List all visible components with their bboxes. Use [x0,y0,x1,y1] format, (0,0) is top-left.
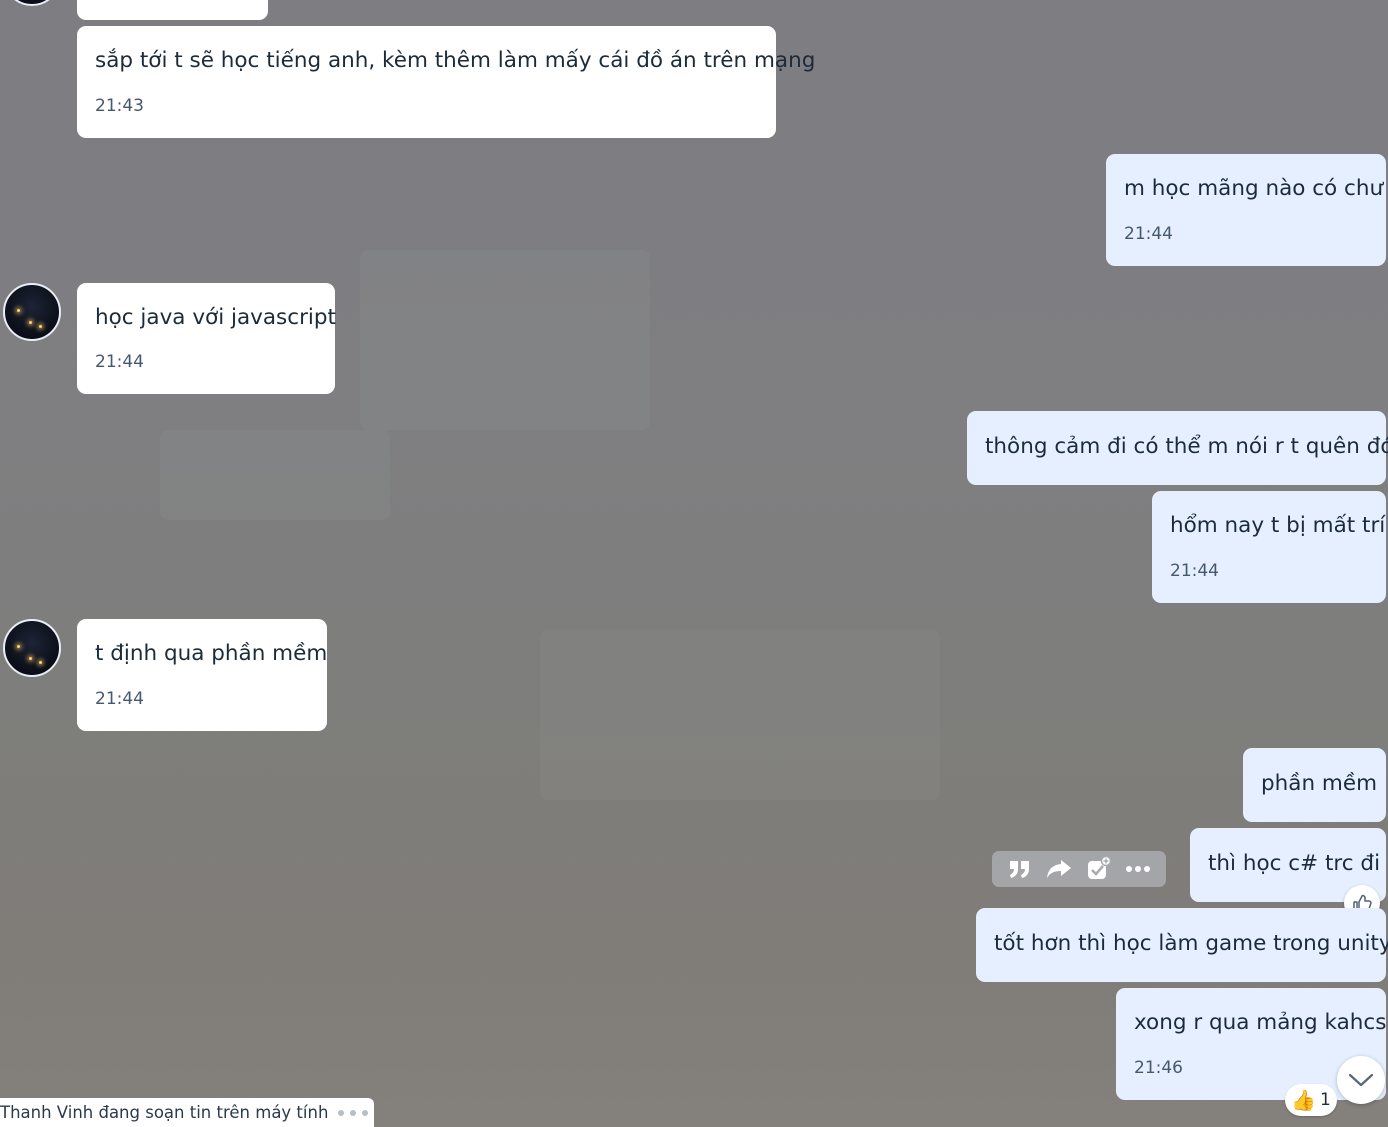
avatar-light [29,321,32,324]
chevron-down-icon [1348,1073,1374,1087]
thumbs-up-emoji: 👍 [1291,1088,1317,1112]
avatar[interactable] [3,619,61,677]
message-time: 21:46 [1134,1058,1183,1078]
message-text: xong r qua mảng kahcs [1134,1010,1387,1035]
message-time: 21:44 [1170,561,1219,581]
message-time: 21:44 [95,689,144,709]
message-text: thì học c# trc đi [1208,851,1381,876]
avatar-light [29,657,32,660]
reaction-summary[interactable]: 👍 1 [1285,1084,1337,1116]
message-time: 21:44 [1124,224,1173,244]
background-blob [540,630,940,800]
message-bubble-outgoing[interactable]: phần mềm [1243,748,1386,822]
add-task-icon [1087,856,1111,879]
message-bubble-outgoing[interactable]: hổm nay t bị mất trí 21:44 [1152,491,1386,603]
message-bubble-incoming[interactable]: t định qua phần mềm 21:44 [77,619,327,731]
typing-indicator-text: Thanh Vinh đang soạn tin trên máy tính [0,1103,329,1122]
message-text: hổm nay t bị mất trí [1170,513,1386,538]
more-icon [1126,866,1151,872]
quote-icon [1009,861,1029,878]
background-blob [360,250,650,430]
message-time: 21:44 [95,352,144,372]
typing-dots-icon [338,1109,369,1116]
message-bubble-outgoing[interactable]: tốt hơn thì học làm game trong unity [976,908,1388,982]
message-text: phần mềm [1261,771,1378,796]
avatar-light [17,645,20,648]
avatar-light [39,661,42,664]
message-text: m học mãng nào có chư [1124,176,1384,201]
message-bubble-incoming[interactable]: sắp tới t sẽ học tiếng anh, kèm thêm làm… [77,26,816,138]
avatar-light [17,309,20,312]
typing-indicator: Thanh Vinh đang soạn tin trên máy tính [0,1098,374,1127]
message-text: t định qua phần mềm [95,641,328,666]
message-action-toolbar [992,851,1166,887]
message-text: học java với javascript [95,305,336,330]
add-task-button[interactable] [1084,854,1114,884]
message-time: 21:43 [95,96,144,116]
forward-icon [1047,860,1072,878]
background-blob [160,430,390,520]
scroll-to-bottom-button[interactable] [1337,1056,1385,1104]
partial-message-bubble[interactable] [77,0,268,20]
message-text: sắp tới t sẽ học tiếng anh, kèm thêm làm… [95,48,816,73]
forward-button[interactable] [1044,854,1074,884]
more-button[interactable] [1123,854,1153,884]
message-bubble-outgoing[interactable]: m học mãng nào có chư 21:44 [1106,154,1386,266]
message-text: thông cảm đi có thể m nói r t quên đó [985,434,1388,459]
avatar[interactable] [3,283,61,341]
message-bubble-outgoing[interactable]: thông cảm đi có thể m nói r t quên đó [967,411,1388,485]
quote-button[interactable] [1005,854,1035,884]
reaction-count: 1 [1320,1090,1331,1110]
message-text: tốt hơn thì học làm game trong unity [994,931,1388,956]
avatar-light [39,325,42,328]
message-bubble-incoming[interactable]: học java với javascript 21:44 [77,283,336,394]
avatar[interactable] [3,0,61,6]
